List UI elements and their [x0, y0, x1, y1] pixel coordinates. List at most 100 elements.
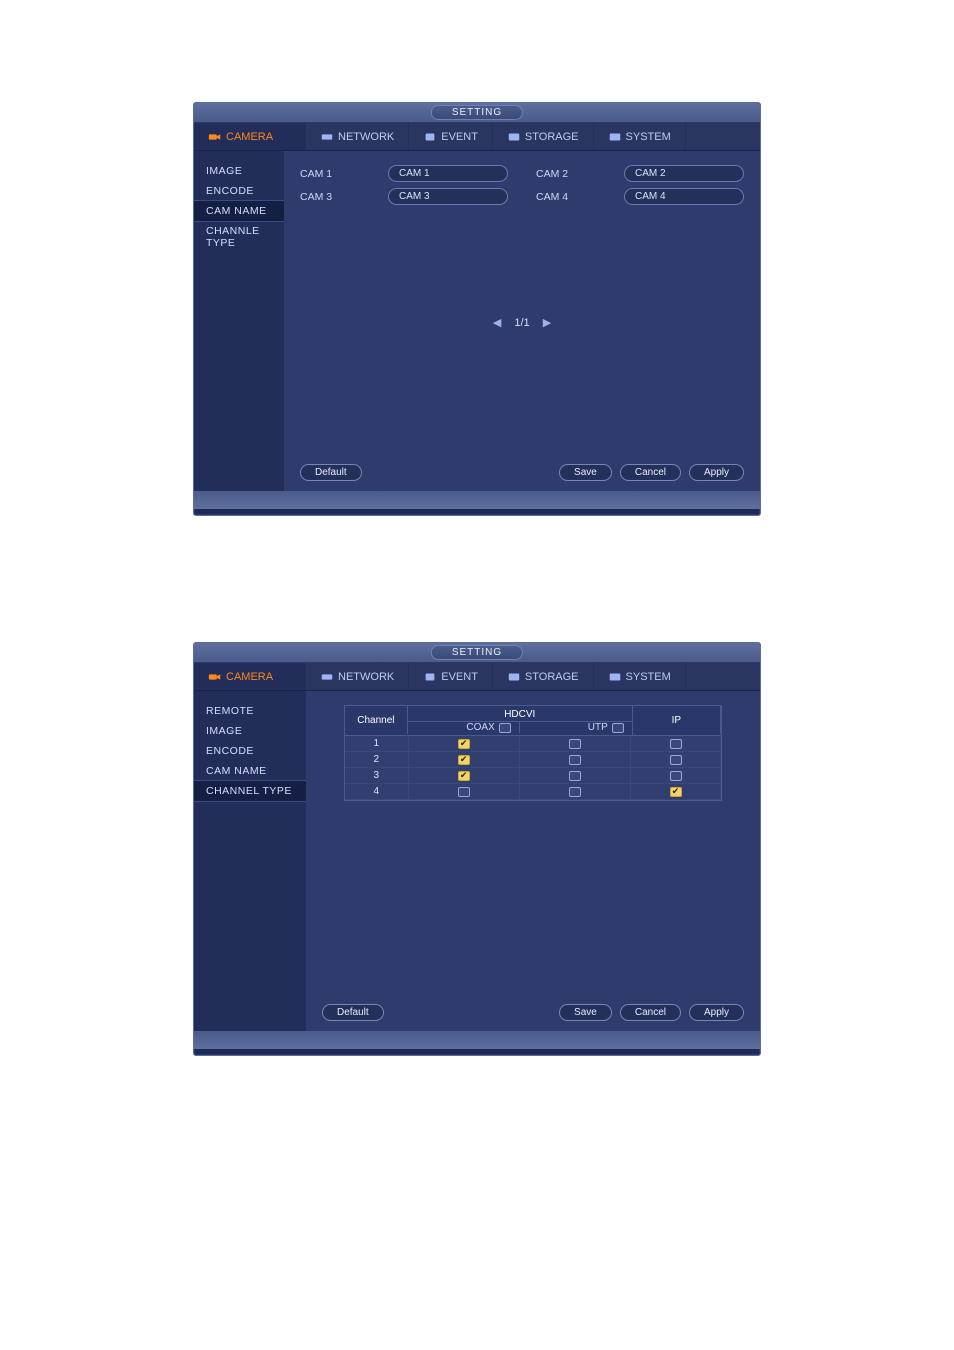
tab-storage[interactable]: STORAGE [493, 123, 594, 150]
save-button[interactable]: Save [559, 1004, 612, 1021]
ip-checkbox[interactable] [670, 771, 682, 781]
sidebar-item-encode[interactable]: ENCODE [194, 181, 284, 201]
col-channel: Channel [345, 706, 408, 734]
ip-checkbox[interactable] [670, 787, 682, 797]
title-bar: SETTING [194, 643, 760, 663]
tab-camera-label: CAMERA [226, 671, 273, 683]
utp-header-checkbox[interactable] [612, 723, 624, 733]
coax-checkbox[interactable] [458, 771, 470, 781]
tab-event-label: EVENT [441, 131, 478, 143]
utp-checkbox[interactable] [569, 755, 581, 765]
col-ip: IP [633, 706, 721, 734]
storage-icon [507, 671, 521, 683]
top-tabs: CAMERA NETWORK EVENT STORAGE [194, 663, 760, 691]
apply-button[interactable]: Apply [689, 464, 744, 481]
sidebar: REMOTE IMAGE ENCODE CAM NAME CHANNEL TYP… [194, 691, 306, 1031]
title-bar: SETTING [194, 103, 760, 123]
prev-arrow-icon[interactable]: ◀ [493, 316, 501, 329]
sidebar: IMAGE ENCODE CAM NAME CHANNLE TYPE [194, 151, 284, 491]
event-icon [423, 671, 437, 683]
table-row: 4 [345, 784, 721, 800]
tab-storage[interactable]: STORAGE [493, 663, 594, 690]
cam1-input[interactable]: CAM 1 [388, 165, 508, 182]
coax-checkbox[interactable] [458, 755, 470, 765]
cam2-input[interactable]: CAM 2 [624, 165, 744, 182]
coax-header-checkbox[interactable] [499, 723, 511, 733]
sidebar-item-image[interactable]: IMAGE [194, 721, 306, 741]
tab-network-label: NETWORK [338, 131, 394, 143]
col-utp: UTP [588, 722, 608, 733]
storage-icon [507, 131, 521, 143]
sidebar-item-remote[interactable]: REMOTE [194, 701, 306, 721]
default-button[interactable]: Default [322, 1004, 384, 1021]
tab-network-label: NETWORK [338, 671, 394, 683]
channel-number: 1 [345, 736, 409, 751]
tab-system[interactable]: SYSTEM [594, 663, 686, 690]
tab-system-label: SYSTEM [626, 131, 671, 143]
coax-checkbox[interactable] [458, 739, 470, 749]
utp-checkbox[interactable] [569, 787, 581, 797]
top-tabs: CAMERA NETWORK EVENT STORAGE [194, 123, 760, 151]
table-row: 2 [345, 752, 721, 768]
tab-system-label: SYSTEM [626, 671, 671, 683]
pager-text: 1/1 [514, 317, 529, 329]
channel-number: 2 [345, 752, 409, 767]
action-row: Default Save Cancel Apply [322, 1004, 744, 1021]
tab-camera[interactable]: CAMERA [194, 123, 306, 150]
table-row: 1 [345, 736, 721, 752]
cam3-label: CAM 3 [300, 188, 360, 205]
settings-window-camname: SETTING CAMERA NETWORK EVENT [193, 102, 761, 516]
channel-number: 3 [345, 768, 409, 783]
apply-button[interactable]: Apply [689, 1004, 744, 1021]
cam3-input[interactable]: CAM 3 [388, 188, 508, 205]
cam4-input[interactable]: CAM 4 [624, 188, 744, 205]
cancel-button[interactable]: Cancel [620, 1004, 681, 1021]
action-row: Default Save Cancel Apply [300, 464, 744, 481]
table-row: 3 [345, 768, 721, 784]
sidebar-item-channletype[interactable]: CHANNLE TYPE [194, 221, 284, 253]
utp-checkbox[interactable] [569, 771, 581, 781]
sidebar-item-image[interactable]: IMAGE [194, 161, 284, 181]
main-panel: CAM 1 CAM 1 CAM 2 CAM 2 CAM 3 CAM 3 CAM … [284, 151, 760, 491]
col-hdcvi: HDCVI [408, 708, 632, 722]
channel-type-table: Channel HDCVI COAX UTP [344, 705, 722, 801]
window-title: SETTING [431, 105, 523, 120]
sidebar-item-channeltype[interactable]: CHANNEL TYPE [194, 781, 306, 801]
tab-storage-label: STORAGE [525, 671, 579, 683]
sidebar-item-camname[interactable]: CAM NAME [194, 761, 306, 781]
ip-checkbox[interactable] [670, 755, 682, 765]
ip-checkbox[interactable] [670, 739, 682, 749]
cancel-button[interactable]: Cancel [620, 464, 681, 481]
window-title: SETTING [431, 645, 523, 660]
network-icon [320, 671, 334, 683]
tab-network[interactable]: NETWORK [306, 663, 409, 690]
coax-checkbox[interactable] [458, 787, 470, 797]
tab-event[interactable]: EVENT [409, 123, 493, 150]
settings-window-channeltype: SETTING CAMERA NETWORK EVENT [193, 642, 761, 1056]
system-icon [608, 671, 622, 683]
default-button[interactable]: Default [300, 464, 362, 481]
tab-camera-label: CAMERA [226, 131, 273, 143]
utp-checkbox[interactable] [569, 739, 581, 749]
tab-event-label: EVENT [441, 671, 478, 683]
main-panel: Channel HDCVI COAX UTP [306, 691, 760, 1031]
sidebar-item-encode[interactable]: ENCODE [194, 741, 306, 761]
sidebar-item-camname[interactable]: CAM NAME [194, 201, 284, 221]
tab-network[interactable]: NETWORK [306, 123, 409, 150]
system-icon [608, 131, 622, 143]
cam2-label: CAM 2 [536, 165, 596, 182]
tab-storage-label: STORAGE [525, 131, 579, 143]
camera-icon [208, 671, 222, 683]
pager: ◀ 1/1 ▶ [300, 316, 744, 329]
col-coax: COAX [466, 722, 494, 733]
save-button[interactable]: Save [559, 464, 612, 481]
next-arrow-icon[interactable]: ▶ [543, 316, 551, 329]
tab-camera[interactable]: CAMERA [194, 663, 306, 690]
tab-event[interactable]: EVENT [409, 663, 493, 690]
tab-system[interactable]: SYSTEM [594, 123, 686, 150]
camera-icon [208, 131, 222, 143]
channel-number: 4 [345, 784, 409, 799]
cam1-label: CAM 1 [300, 165, 360, 182]
cam-name-grid: CAM 1 CAM 1 CAM 2 CAM 2 CAM 3 CAM 3 CAM … [300, 165, 744, 205]
footer-bar [194, 1031, 760, 1049]
